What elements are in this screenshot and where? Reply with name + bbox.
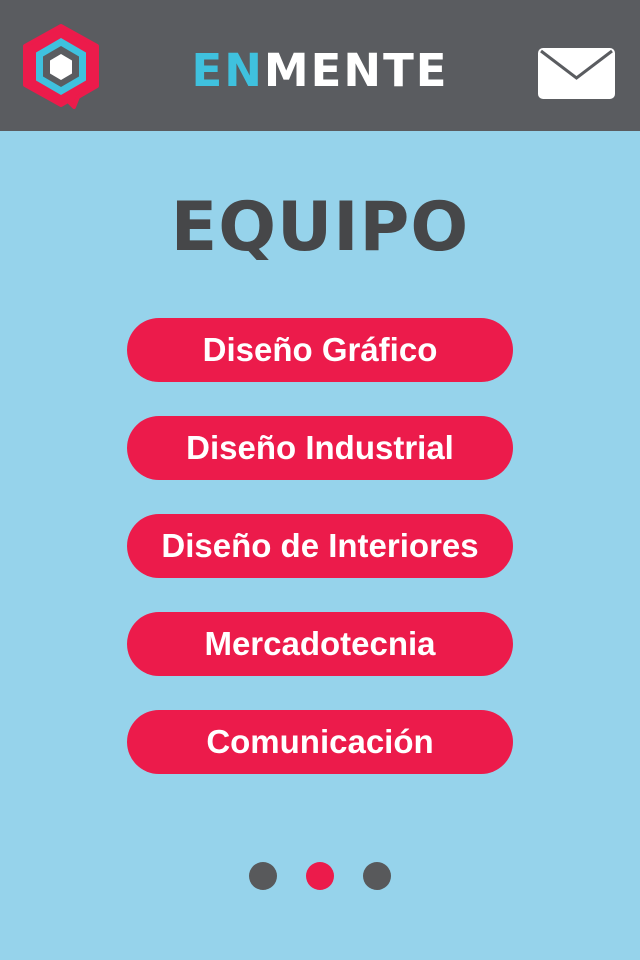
team-menu: Diseño Gráfico Diseño Industrial Diseño …	[127, 318, 513, 808]
menu-button-mercadotecnia[interactable]: Mercadotecnia	[127, 612, 513, 676]
menu-button-diseno-de-interiores[interactable]: Diseño de Interiores	[127, 514, 513, 578]
app-header: ENMENTE	[0, 0, 640, 131]
pagination-dots	[0, 862, 640, 890]
menu-button-diseno-grafico[interactable]: Diseño Gráfico	[127, 318, 513, 382]
menu-button-diseno-industrial[interactable]: Diseño Industrial	[127, 416, 513, 480]
page-title: EQUIPO	[170, 188, 470, 267]
pagination-dot-2[interactable]	[306, 862, 334, 890]
pagination-dot-3[interactable]	[363, 862, 391, 890]
pagination-dot-1[interactable]	[249, 862, 277, 890]
brand-suffix: MENTE	[263, 44, 449, 97]
envelope-icon[interactable]	[538, 48, 615, 99]
brand-prefix: EN	[191, 44, 264, 97]
menu-button-comunicacion[interactable]: Comunicación	[127, 710, 513, 774]
